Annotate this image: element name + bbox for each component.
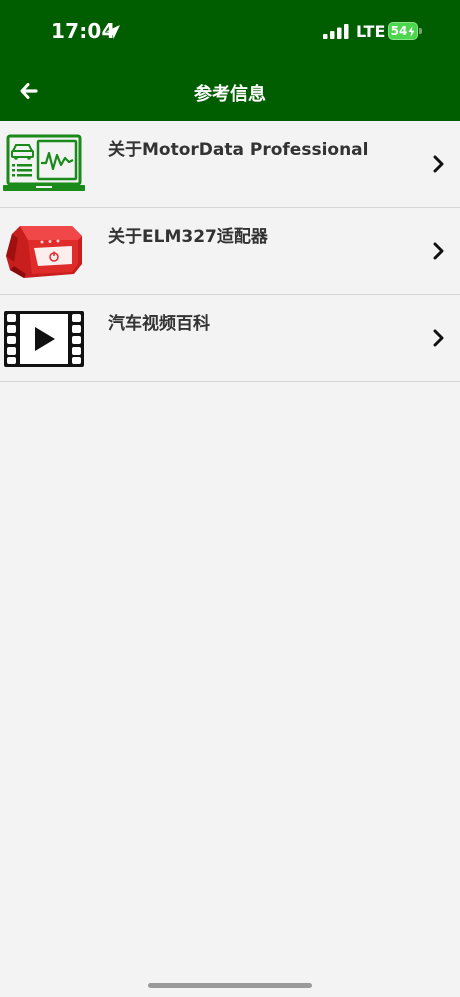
battery-cap: [419, 28, 422, 34]
location-arrow-icon: [106, 25, 120, 39]
list-item-about-elm327[interactable]: 关于ELM327适配器: [0, 208, 460, 295]
video-film-icon: [4, 311, 84, 367]
chevron-right-icon: [433, 242, 444, 260]
list-item-about-motordata[interactable]: 关于MotorData Professional: [0, 121, 460, 208]
laptop-diagnostics-icon: [3, 134, 85, 191]
battery-level: 54: [390, 24, 408, 38]
chevron-right-icon: [433, 155, 444, 173]
chevron-right-icon: [433, 329, 444, 347]
charging-bolt-icon: [408, 25, 415, 37]
obd-adapter-icon: [6, 226, 82, 278]
list-item-label: 关于ELM327适配器: [108, 227, 268, 247]
navigation-bar: 参考信息: [0, 62, 460, 121]
page-title: 参考信息: [194, 84, 266, 105]
status-bar: 17:04 LTE 54: [0, 0, 460, 62]
list-item-car-video-encyclopedia[interactable]: 汽车视频百科: [0, 295, 460, 382]
list-item-label: 汽车视频百科: [108, 314, 210, 334]
reference-list: 关于MotorData Professional 关于ELM327适配器 汽车视…: [0, 121, 460, 382]
home-indicator[interactable]: [148, 983, 312, 988]
network-type-label: LTE: [356, 22, 386, 41]
battery-charging-icon: 54: [388, 22, 418, 40]
app-header: 17:04 LTE 54 参考信息: [0, 0, 460, 121]
list-item-label: 关于MotorData Professional: [108, 140, 369, 160]
signal-bars-icon: [323, 24, 349, 39]
